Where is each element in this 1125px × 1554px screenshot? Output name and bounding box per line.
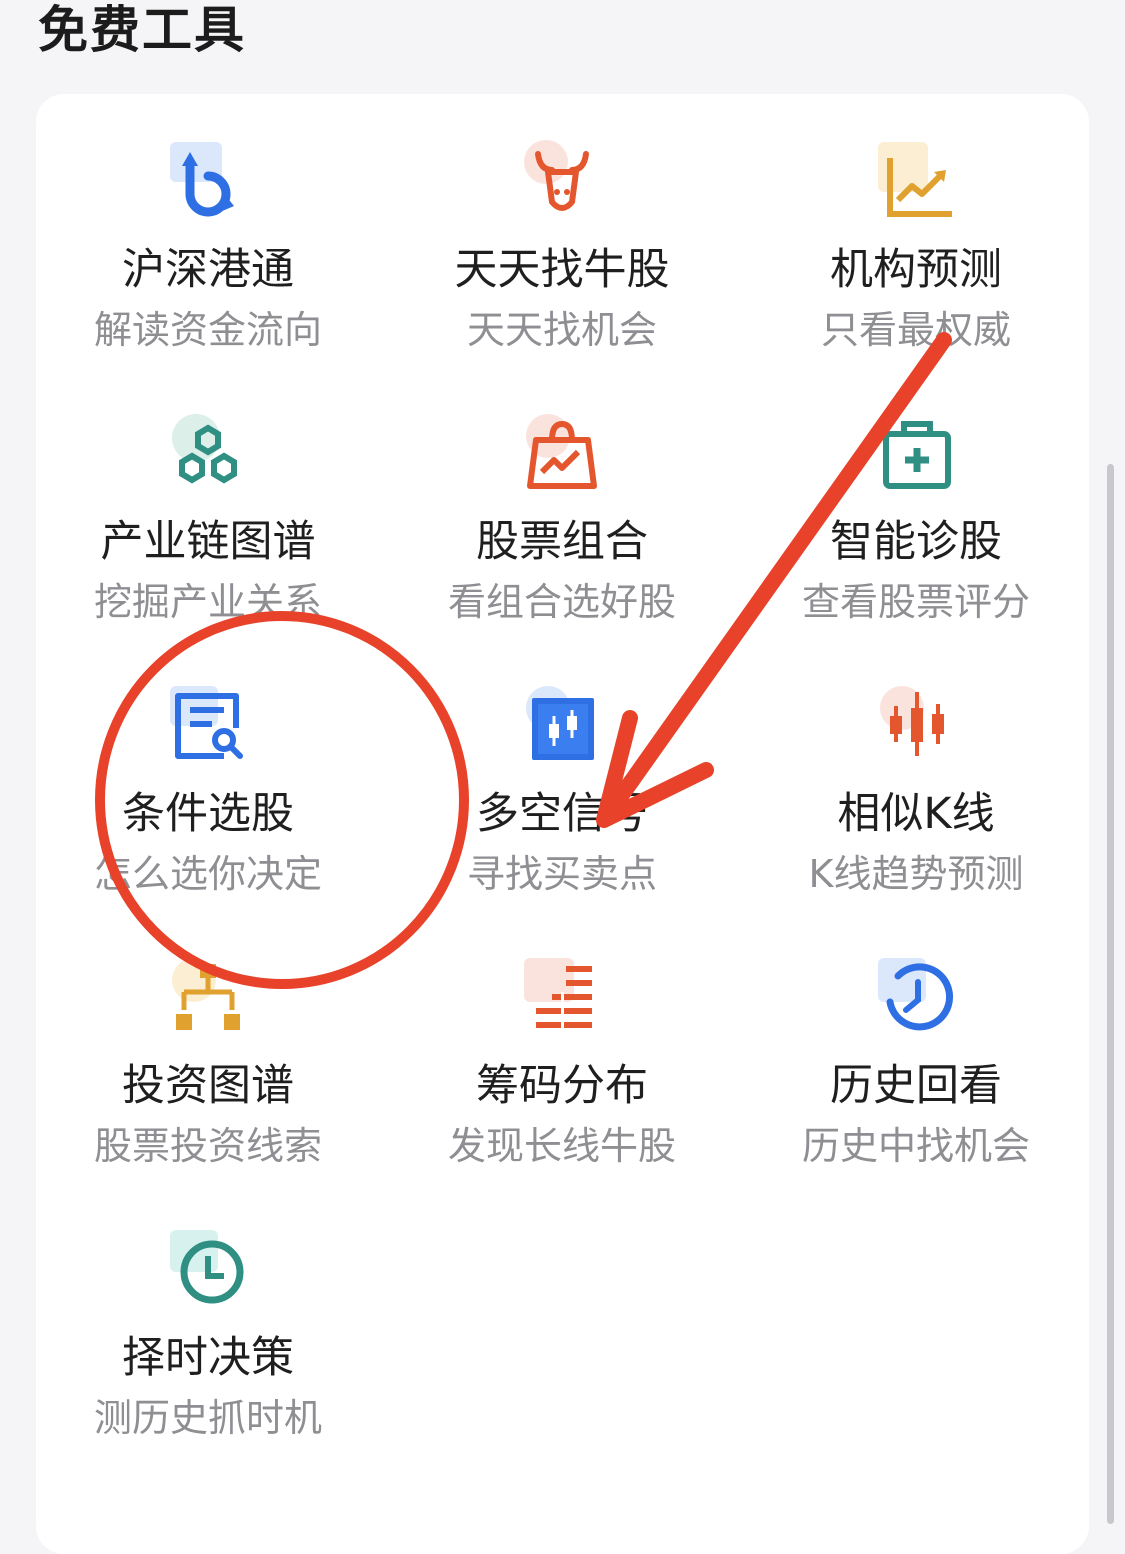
tool-desc: 寻找买卖点 — [466, 852, 657, 896]
candlestick-box-icon — [522, 684, 602, 764]
tool-name: 多空信号 — [476, 789, 648, 839]
chip-bars-icon — [522, 956, 602, 1036]
tool-name: 沪深港通 — [122, 245, 294, 295]
sync-arrows-icon — [168, 140, 248, 220]
document-search-icon — [168, 684, 248, 764]
tool-desc: 怎么选你决定 — [93, 852, 322, 896]
tool-desc: 挖掘产业关系 — [93, 580, 322, 624]
tool-name: 机构预测 — [830, 245, 1002, 295]
tool-gpzh[interactable]: 股票组合 看组合选好股 — [397, 412, 727, 672]
history-clock-icon — [876, 956, 956, 1036]
tool-tztp[interactable]: 投资图谱 股票投资线索 — [43, 956, 373, 1216]
tool-desc: 股票投资线索 — [93, 1124, 322, 1168]
clock-icon — [168, 1228, 248, 1308]
section-title: 免费工具 — [38, 1, 246, 59]
tool-desc: K线趋势预测 — [808, 852, 1024, 896]
tool-name: 投资图谱 — [122, 1061, 294, 1111]
tool-name: 智能诊股 — [830, 517, 1002, 567]
tool-lshk[interactable]: 历史回看 历史中找机会 — [751, 956, 1081, 1216]
tool-tjxg[interactable]: 条件选股 怎么选你决定 — [43, 684, 373, 944]
tool-desc: 看组合选好股 — [447, 580, 676, 624]
org-tree-icon — [168, 956, 248, 1036]
medical-kit-icon — [876, 412, 956, 492]
tools-card: 沪深港通 解读资金流向 天天找牛股 天天找机会 机构预测 只看最权威 产业链图谱… — [36, 94, 1089, 1554]
tool-name: 历史回看 — [830, 1061, 1002, 1111]
tool-name: 条件选股 — [122, 789, 294, 839]
candlestick-icon — [876, 684, 956, 764]
tool-zngz[interactable]: 智能诊股 查看股票评分 — [751, 412, 1081, 672]
tool-desc: 历史中找机会 — [801, 1124, 1030, 1168]
tool-zsjc[interactable]: 择时决策 测历史抓时机 — [43, 1228, 373, 1488]
hexagon-network-icon — [168, 412, 248, 492]
tool-name: 筹码分布 — [476, 1061, 648, 1111]
tool-name: 天天找牛股 — [454, 245, 670, 295]
tool-desc: 查看股票评分 — [801, 580, 1030, 624]
tool-desc: 天天找机会 — [466, 308, 657, 352]
tool-xskx[interactable]: 相似K线 K线趋势预测 — [751, 684, 1081, 944]
tool-desc: 解读资金流向 — [93, 308, 322, 352]
tool-desc: 测历史抓时机 — [93, 1396, 322, 1440]
trend-chart-icon — [876, 140, 956, 220]
tool-cyltp[interactable]: 产业链图谱 挖掘产业关系 — [43, 412, 373, 672]
tool-jgyc[interactable]: 机构预测 只看最权威 — [751, 140, 1081, 400]
tool-dkxh[interactable]: 多空信号 寻找买卖点 — [397, 684, 727, 944]
bull-head-icon — [522, 140, 602, 220]
bag-chart-icon — [522, 412, 602, 492]
tool-hsgt[interactable]: 沪深港通 解读资金流向 — [43, 140, 373, 400]
scrollbar[interactable] — [1107, 464, 1114, 1524]
tool-name: 股票组合 — [476, 517, 648, 567]
tool-name: 产业链图谱 — [100, 517, 316, 567]
tool-cmfb[interactable]: 筹码分布 发现长线牛股 — [397, 956, 727, 1216]
tool-desc: 只看最权威 — [820, 308, 1011, 352]
tool-name: 相似K线 — [837, 789, 995, 839]
tool-name: 择时决策 — [122, 1333, 294, 1383]
tool-desc: 发现长线牛股 — [447, 1124, 676, 1168]
tool-ttzng[interactable]: 天天找牛股 天天找机会 — [397, 140, 727, 400]
